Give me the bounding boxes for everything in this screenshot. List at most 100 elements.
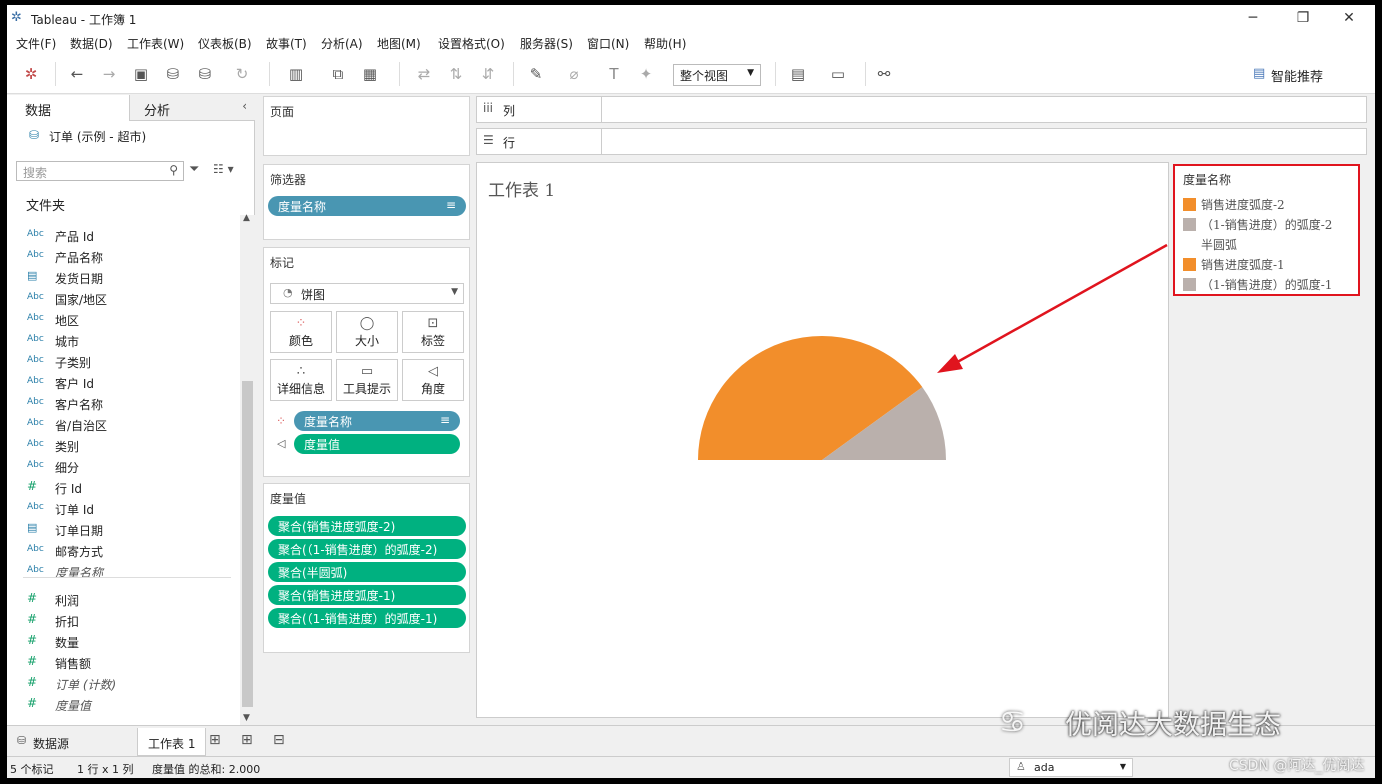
save-icon[interactable]: ▣ [130, 63, 152, 85]
scroll-up-icon[interactable]: ▲ [243, 213, 250, 223]
menu-data[interactable]: 数据(D) [70, 35, 113, 52]
redo-icon[interactable]: → [98, 63, 120, 85]
duplicate-icon[interactable]: ⧉ [327, 63, 349, 85]
dimension-field[interactable]: Abc 城市 [7, 330, 239, 351]
label-button[interactable]: ⊡ 标签 [402, 311, 464, 353]
measure-values-card[interactable]: 度量值 聚合(销售进度弧度-2) 聚合(（1-销售进度）的弧度-2) 聚合(半圆… [263, 483, 470, 653]
marks-card[interactable]: 标记 ◔ 饼图 ▼ ⁘ 颜色 ◯ 大小 ⊡ 标签 ∴ 详细信息 ▭ 工具提示 ◁ 角度 ⁘ … [263, 247, 470, 477]
filter-pill-measure-names[interactable]: 度量名称 ≡ [268, 196, 466, 216]
measure-field[interactable]: # 数量 [7, 631, 239, 652]
menu-window[interactable]: 窗口(N) [587, 35, 629, 52]
new-worksheet-icon[interactable]: ▥ [285, 63, 307, 85]
measure-pill-5[interactable]: 聚合(（1-销售进度）的弧度-1) [268, 608, 466, 628]
fit-dropdown[interactable]: 整个视图 ▼ [673, 64, 761, 86]
share-icon[interactable]: ⚯ [873, 63, 895, 85]
marks-pill-measure-values[interactable]: 度量值 [294, 434, 460, 454]
new-sheet-icon[interactable]: ⊞ [209, 732, 221, 748]
dimension-field[interactable]: Abc 细分 [7, 456, 239, 477]
pin-icon[interactable]: ✦ [635, 63, 657, 85]
show-cards-icon[interactable]: ▤ [787, 63, 809, 85]
dimension-field[interactable]: Abc 产品 Id [7, 225, 239, 246]
menu-format[interactable]: 设置格式(O) [438, 35, 505, 52]
dimension-field[interactable]: ▤ 发货日期 [7, 267, 239, 288]
dimension-field[interactable]: Abc 邮寄方式 [7, 540, 239, 561]
show-me-button[interactable]: 智能推荐 [1271, 66, 1323, 85]
color-button[interactable]: ⁘ 颜色 [270, 311, 332, 353]
menu-story[interactable]: 故事(T) [266, 35, 307, 52]
tab-datasource[interactable]: 数据源 [23, 728, 79, 756]
dimension-field[interactable]: Abc 客户名称 [7, 393, 239, 414]
tooltip-button[interactable]: ▭ 工具提示 [336, 359, 398, 401]
color-legend[interactable]: 度量名称 销售进度弧度-2 （1-销售进度）的弧度-2 半圆弧 销售进度弧度-1 （1-… [1173, 164, 1360, 296]
datasource-icon[interactable]: ⛁ [194, 63, 216, 85]
new-dashboard-icon[interactable]: ⊞ [241, 732, 253, 748]
measure-pill-2[interactable]: 聚合(（1-销售进度）的弧度-2) [268, 539, 466, 559]
datasource-name[interactable]: 订单 (示例 - 超市) [49, 128, 146, 145]
search-input[interactable]: 搜索 ⚲ [16, 161, 184, 181]
close-button[interactable]: ✕ [1329, 7, 1369, 29]
tab-data[interactable]: 数据 [7, 95, 129, 121]
clear-sheet-icon[interactable]: ▦ [359, 63, 381, 85]
measure-field[interactable]: # 度量值 [7, 694, 239, 715]
measure-field[interactable]: # 销售额 [7, 652, 239, 673]
angle-button[interactable]: ◁ 角度 [402, 359, 464, 401]
presentation-icon[interactable]: ▭ [827, 63, 849, 85]
menu-analysis[interactable]: 分析(A) [321, 35, 363, 52]
size-button[interactable]: ◯ 大小 [336, 311, 398, 353]
dimension-field[interactable]: Abc 产品名称 [7, 246, 239, 267]
tab-sheet1[interactable]: 工作表 1 [137, 728, 207, 756]
sort-desc-icon[interactable]: ⇵ [477, 63, 499, 85]
menu-server[interactable]: 服务器(S) [520, 35, 573, 52]
columns-shelf[interactable]: iii 列 [476, 96, 1367, 123]
minimize-button[interactable]: ─ [1233, 7, 1273, 29]
measure-field[interactable]: # 利润 [7, 589, 239, 610]
tab-analysis[interactable]: 分析 ‹ [129, 95, 255, 121]
user-dropdown[interactable]: ♙ ada ▼ [1009, 758, 1133, 777]
dimension-field[interactable]: Abc 地区 [7, 309, 239, 330]
collapse-icon[interactable]: ‹ [242, 99, 247, 113]
new-story-icon[interactable]: ⊟ [273, 732, 285, 748]
view-list-icon[interactable]: ☷ ▾ [213, 162, 234, 176]
refresh-icon[interactable]: ↻ [231, 63, 253, 85]
menu-file[interactable]: 文件(F) [16, 35, 56, 52]
mark-type-dropdown[interactable]: ◔ 饼图 ▼ [270, 283, 464, 304]
pages-card[interactable]: 页面 [263, 96, 470, 156]
dimension-field[interactable]: Abc 省/自治区 [7, 414, 239, 435]
menu-map[interactable]: 地图(M) [377, 35, 421, 52]
dimension-field[interactable]: ▤ 订单日期 [7, 519, 239, 540]
dimension-field[interactable]: Abc 国家/地区 [7, 288, 239, 309]
group-icon[interactable]: ⌀ [563, 63, 585, 85]
dimension-field[interactable]: Abc 类别 [7, 435, 239, 456]
labels-icon[interactable]: T [603, 63, 625, 85]
marks-pill-measure-names[interactable]: 度量名称 ≡ [294, 411, 460, 431]
undo-icon[interactable]: ← [66, 63, 88, 85]
show-me-icon[interactable]: ▤ [1253, 66, 1265, 81]
field-list-scrollbar[interactable]: ▲ ▼ [240, 213, 255, 725]
new-datasource-icon[interactable]: ⛁ [162, 63, 184, 85]
scrollbar-thumb[interactable] [242, 381, 253, 707]
menu-help[interactable]: 帮助(H) [644, 35, 686, 52]
dimension-field[interactable]: # 行 Id [7, 477, 239, 498]
measure-field[interactable]: # 折扣 [7, 610, 239, 631]
highlight-icon[interactable]: ✎ [525, 63, 547, 85]
scroll-down-icon[interactable]: ▼ [243, 713, 250, 723]
sort-asc-icon[interactable]: ⇅ [445, 63, 467, 85]
swap-icon[interactable]: ⇄ [413, 63, 435, 85]
dimension-field[interactable]: Abc 度量名称 [7, 561, 239, 582]
measure-pill-3[interactable]: 聚合(半圆弧) [268, 562, 466, 582]
measure-pill-4[interactable]: 聚合(销售进度弧度-1) [268, 585, 466, 605]
menu-dashboard[interactable]: 仪表板(B) [198, 35, 252, 52]
filters-card[interactable]: 筛选器 度量名称 ≡ [263, 164, 470, 240]
semicircle-pie-chart[interactable] [477, 163, 1170, 719]
dimension-field[interactable]: Abc 客户 Id [7, 372, 239, 393]
measure-pill-1[interactable]: 聚合(销售进度弧度-2) [268, 516, 466, 536]
tableau-home-icon[interactable]: ✲ [20, 63, 42, 85]
view-canvas[interactable]: 工作表 1 [476, 162, 1169, 718]
dimension-field[interactable]: Abc 订单 Id [7, 498, 239, 519]
detail-button[interactable]: ∴ 详细信息 [270, 359, 332, 401]
dimension-field[interactable]: Abc 子类别 [7, 351, 239, 372]
filter-icon[interactable]: ⏷ [189, 162, 199, 177]
menu-worksheet[interactable]: 工作表(W) [127, 35, 184, 52]
rows-shelf[interactable]: ☰ 行 [476, 128, 1367, 155]
maximize-button[interactable]: ❐ [1283, 7, 1323, 29]
